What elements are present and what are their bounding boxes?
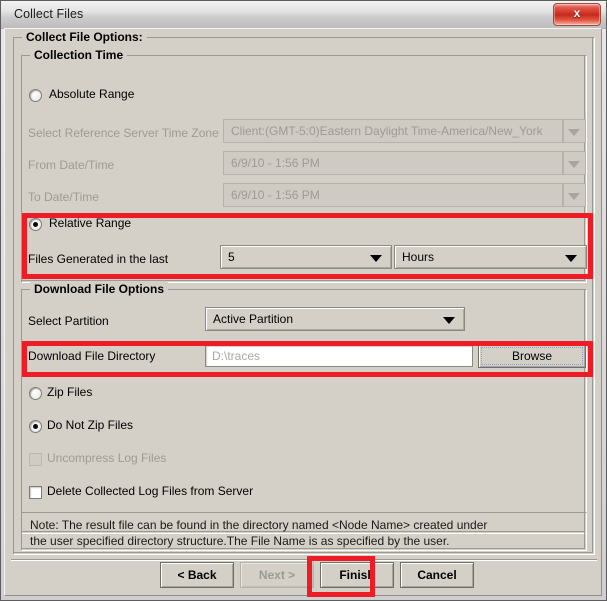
files-generated-unit-chevron-down-icon — [565, 255, 577, 262]
to-date-chevron-down-icon — [563, 183, 586, 207]
collect-file-options-title: Collect File Options: — [22, 30, 147, 44]
window-title: Collect Files — [14, 7, 84, 21]
relative-range-label: Relative Range — [49, 216, 132, 230]
to-date-label: To Date/Time — [28, 190, 99, 204]
do-not-zip-files-label: Do Not Zip Files — [47, 418, 134, 432]
from-date-label: From Date/Time — [28, 158, 115, 172]
close-icon: x — [573, 6, 581, 20]
select-partition-value: Active Partition — [213, 312, 294, 326]
absolute-range-radio[interactable] — [29, 89, 42, 102]
collection-time-title: Collection Time — [30, 48, 128, 62]
uncompress-log-files-checkbox — [29, 453, 42, 466]
button-bar-divider — [11, 559, 597, 561]
browse-button[interactable]: Browse — [478, 344, 586, 368]
select-partition-label: Select Partition — [28, 314, 109, 328]
back-button[interactable]: < Back — [160, 562, 234, 588]
time-zone-chevron-down-icon — [563, 119, 586, 143]
next-button: Next > — [240, 562, 314, 588]
time-zone-combo: Client:(GMT-5:0)Eastern Daylight Time-Am… — [223, 119, 563, 143]
dialog-body: Collect File Options: Collection Time Ab… — [4, 28, 602, 596]
to-date-field: 6/9/10 - 1:56 PM — [223, 183, 563, 207]
files-generated-unit-combo[interactable]: Hours — [394, 245, 587, 269]
download-directory-value: D:\traces — [212, 349, 261, 363]
uncompress-log-files-label: Uncompress Log Files — [47, 451, 167, 465]
time-zone-value: Client:(GMT-5:0)Eastern Daylight Time-Am… — [231, 124, 543, 138]
files-generated-label: Files Generated in the last — [28, 252, 169, 266]
files-generated-unit-value: Hours — [402, 250, 435, 264]
download-directory-label: Download File Directory — [28, 349, 156, 363]
to-date-value: 6/9/10 - 1:56 PM — [231, 188, 320, 202]
zip-files-radio[interactable] — [29, 387, 42, 400]
close-button[interactable]: x — [553, 3, 601, 26]
download-file-options-title: Download File Options — [30, 282, 168, 296]
files-generated-amount-combo[interactable]: 5 — [220, 245, 392, 269]
title-bar: Collect Files x — [1, 1, 606, 29]
note-line-1: Note: The result file can be found in th… — [30, 518, 488, 532]
files-generated-amount-chevron-down-icon — [370, 255, 382, 262]
delete-collected-log-files-checkbox[interactable] — [29, 486, 42, 499]
download-directory-input[interactable]: D:\traces — [205, 345, 473, 367]
select-partition-chevron-down-icon — [443, 317, 455, 324]
from-date-chevron-down-icon — [563, 151, 586, 175]
note-panel: Note: The result file can be found in th… — [21, 512, 587, 551]
note-line-2: the user specified directory structure.T… — [30, 534, 450, 548]
finish-button[interactable]: Finish — [320, 562, 394, 588]
absolute-range-label: Absolute Range — [49, 87, 135, 101]
from-date-field: 6/9/10 - 1:56 PM — [223, 151, 563, 175]
files-generated-amount-value: 5 — [228, 250, 235, 264]
cancel-button[interactable]: Cancel — [400, 562, 474, 588]
select-partition-combo[interactable]: Active Partition — [205, 307, 465, 331]
time-zone-label: Select Reference Server Time Zone — [28, 126, 219, 140]
delete-collected-log-files-label: Delete Collected Log Files from Server — [47, 484, 254, 498]
from-date-value: 6/9/10 - 1:56 PM — [231, 156, 320, 170]
do-not-zip-files-radio[interactable] — [29, 420, 42, 433]
collect-files-dialog: Collect Files x Collect File Options: Co… — [0, 0, 607, 601]
relative-range-radio[interactable] — [29, 218, 42, 231]
zip-files-label: Zip Files — [47, 385, 93, 399]
